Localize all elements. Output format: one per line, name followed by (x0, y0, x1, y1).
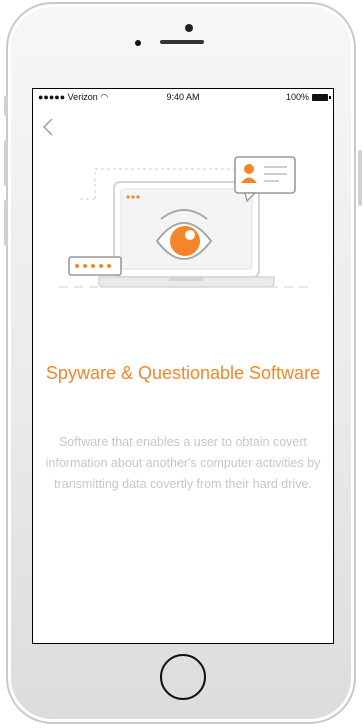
battery-icon (312, 93, 331, 101)
battery-indicator: 100% (285, 92, 331, 102)
volume-up-button (4, 140, 8, 186)
volume-down-button (4, 200, 8, 246)
front-camera (185, 24, 193, 32)
status-bar: ●●●●● Verizon ◠ 9:40 AM 100% (33, 89, 333, 105)
home-button[interactable] (160, 654, 206, 700)
power-button (358, 150, 362, 206)
mute-switch (4, 96, 8, 116)
page-description: Software that enables a user to obtain c… (45, 435, 321, 491)
proximity-sensor (135, 40, 141, 46)
back-button[interactable] (41, 117, 59, 139)
earpiece-speaker (160, 40, 204, 44)
page-title: Spyware & Questionable Software (45, 363, 321, 383)
spyware-illustration (59, 156, 309, 288)
battery-percent: 100% (285, 92, 309, 102)
password-field-icon (68, 256, 122, 276)
phone-screen: ●●●●● Verizon ◠ 9:40 AM 100% Spyware & Q… (32, 88, 334, 644)
chevron-left-icon (43, 118, 53, 136)
